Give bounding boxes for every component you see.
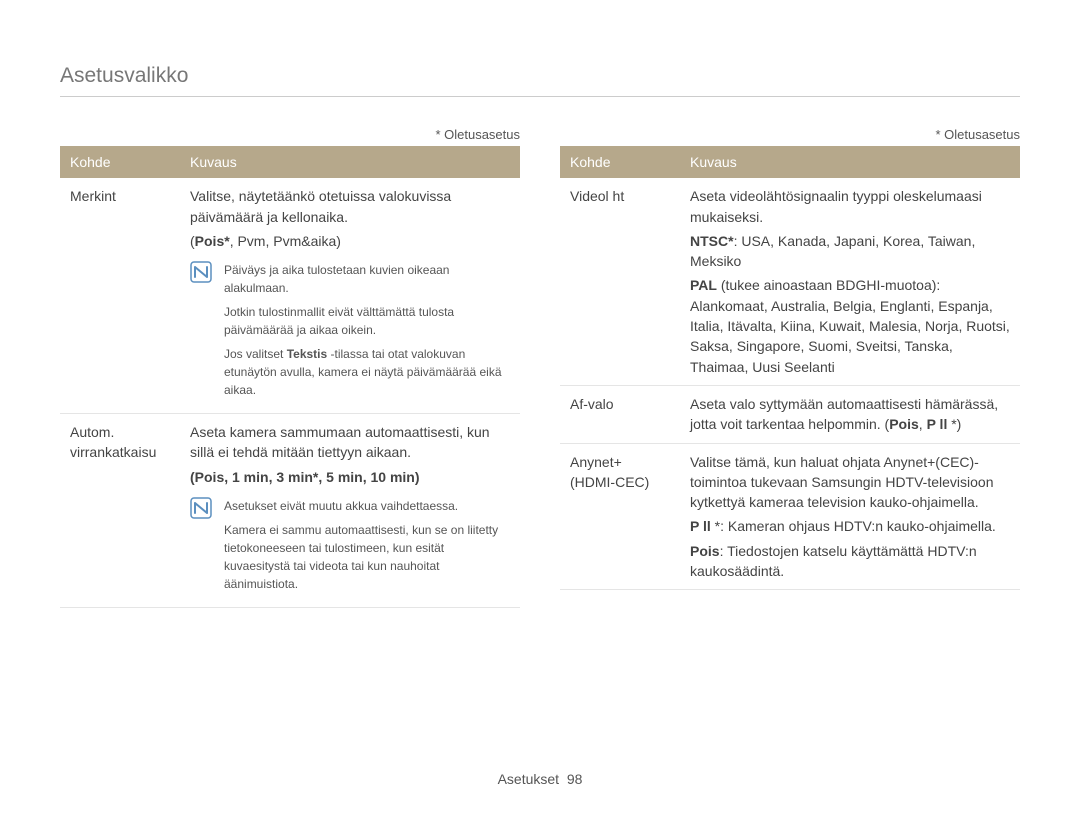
title-rule bbox=[60, 96, 1020, 97]
footer-page: 98 bbox=[567, 771, 583, 787]
note-line: Päiväys ja aika tulostetaan kuvien oikea… bbox=[224, 261, 510, 297]
ntsc-rest: : USA, Kanada, Japani, Korea, Taiwan, Me… bbox=[690, 233, 975, 269]
page-footer: Asetukset 98 bbox=[0, 771, 1080, 787]
note-line: Kamera ei sammu automaattisesti, kun se … bbox=[224, 521, 510, 593]
th-kuvaus: Kuvaus bbox=[680, 146, 1020, 178]
note-block: Asetukset eivät muutu akkua vaihdettaess… bbox=[190, 497, 510, 599]
row-anynet: Anynet+ (HDMI-CEC) Valitse tämä, kun hal… bbox=[560, 443, 1020, 590]
options-text: (Pois, 1 min, 3 min*, 5 min, 10 min) bbox=[190, 467, 510, 487]
desc-text: Valitse, näytetäänkö otetuissa valokuvis… bbox=[190, 186, 510, 227]
default-label-left: * Oletusasetus bbox=[60, 127, 520, 142]
row-af-valo: Af-valo Aseta valo syttymään automaattis… bbox=[560, 385, 1020, 443]
left-column: * Oletusasetus Kohde Kuvaus Merkint Vali… bbox=[60, 127, 520, 608]
desc-text: Aseta videolähtösignaalin tyyppi oleskel… bbox=[690, 186, 1010, 227]
options-text: (Pois*, Pvm, Pvm&aika) bbox=[190, 231, 510, 251]
row-videolaht: Videol ht Aseta videolähtösignaalin tyyp… bbox=[560, 178, 1020, 385]
pll-line: P ll *: Kameran ohjaus HDTV:n kauko-ohja… bbox=[690, 516, 1010, 536]
pois-bold: Pois bbox=[690, 543, 720, 559]
default-label-right: * Oletusasetus bbox=[560, 127, 1020, 142]
cell-kuvaus: Valitse, näytetäänkö otetuissa valokuvis… bbox=[180, 178, 520, 413]
cell-kuvaus: Aseta videolähtösignaalin tyyppi oleskel… bbox=[680, 178, 1020, 385]
right-table: Kohde Kuvaus Videol ht Aseta videolähtös… bbox=[560, 146, 1020, 590]
note-bold: Tekstis bbox=[287, 347, 327, 361]
cell-kohde: Af-valo bbox=[560, 385, 680, 443]
th-kohde: Kohde bbox=[60, 146, 180, 178]
note-line: Asetukset eivät muutu akkua vaihdettaess… bbox=[224, 497, 510, 515]
pal-rest: (tukee ainoastaan BDGHI-muotoa): Alankom… bbox=[690, 277, 1010, 374]
desc-span: , bbox=[919, 416, 927, 432]
desc-text: Aseta kamera sammumaan automaattisesti, … bbox=[190, 422, 510, 463]
cell-kuvaus: Aseta valo syttymään automaattisesti häm… bbox=[680, 385, 1020, 443]
note-line: Jos valitset Tekstis -tilassa tai otat v… bbox=[224, 345, 510, 399]
th-kuvaus: Kuvaus bbox=[180, 146, 520, 178]
cell-kohde: Autom. virrankatkaisu bbox=[60, 414, 180, 608]
pal-bold: PAL bbox=[690, 277, 717, 293]
opts-rest: , Pvm, Pvm&aika) bbox=[230, 233, 341, 249]
opts-bold: Pois* bbox=[195, 233, 230, 249]
note-span: Jos valitset bbox=[224, 347, 287, 361]
note-body: Asetukset eivät muutu akkua vaihdettaess… bbox=[224, 497, 510, 599]
right-column: * Oletusasetus Kohde Kuvaus Videol ht As… bbox=[560, 127, 1020, 608]
note-icon bbox=[190, 261, 212, 405]
pal-line: PAL (tukee ainoastaan BDGHI-muotoa): Ala… bbox=[690, 275, 1010, 376]
ntsc-line: NTSC*: USA, Kanada, Japani, Korea, Taiwa… bbox=[690, 231, 1010, 272]
cell-kohde: Videol ht bbox=[560, 178, 680, 385]
opts-bold: (Pois, 1 min, 3 min*, 5 min, 10 min) bbox=[190, 469, 420, 485]
content-columns: * Oletusasetus Kohde Kuvaus Merkint Vali… bbox=[60, 127, 1020, 608]
pll-rest: *: Kameran ohjaus HDTV:n kauko-ohjaimell… bbox=[711, 518, 996, 534]
cell-kuvaus: Valitse tämä, kun haluat ohjata Anynet+(… bbox=[680, 443, 1020, 590]
th-kohde: Kohde bbox=[560, 146, 680, 178]
desc-text: Valitse tämä, kun haluat ohjata Anynet+(… bbox=[690, 452, 1010, 513]
ntsc-bold: NTSC* bbox=[690, 233, 734, 249]
row-autom-virrankatkaisu: Autom. virrankatkaisu Aseta kamera sammu… bbox=[60, 414, 520, 608]
pois-rest: : Tiedostojen katselu käyttämättä HDTV:n… bbox=[690, 543, 977, 579]
cell-kohde: Merkint bbox=[60, 178, 180, 413]
desc-bold: P ll bbox=[927, 416, 948, 432]
note-icon bbox=[190, 497, 212, 599]
left-table: Kohde Kuvaus Merkint Valitse, näytetäänk… bbox=[60, 146, 520, 608]
cell-kuvaus: Aseta kamera sammumaan automaattisesti, … bbox=[180, 414, 520, 608]
note-body: Päiväys ja aika tulostetaan kuvien oikea… bbox=[224, 261, 510, 405]
footer-section: Asetukset bbox=[498, 771, 559, 787]
cell-kohde: Anynet+ (HDMI-CEC) bbox=[560, 443, 680, 590]
desc-span: *) bbox=[947, 416, 961, 432]
note-block: Päiväys ja aika tulostetaan kuvien oikea… bbox=[190, 261, 510, 405]
note-line: Jotkin tulostinmallit eivät välttämättä … bbox=[224, 303, 510, 339]
pois-line: Pois: Tiedostojen katselu käyttämättä HD… bbox=[690, 541, 1010, 582]
page-title: Asetusvalikko bbox=[60, 64, 1020, 88]
pll-bold: P ll bbox=[690, 518, 711, 534]
desc-bold: Pois bbox=[889, 416, 919, 432]
row-merkint: Merkint Valitse, näytetäänkö otetuissa v… bbox=[60, 178, 520, 413]
